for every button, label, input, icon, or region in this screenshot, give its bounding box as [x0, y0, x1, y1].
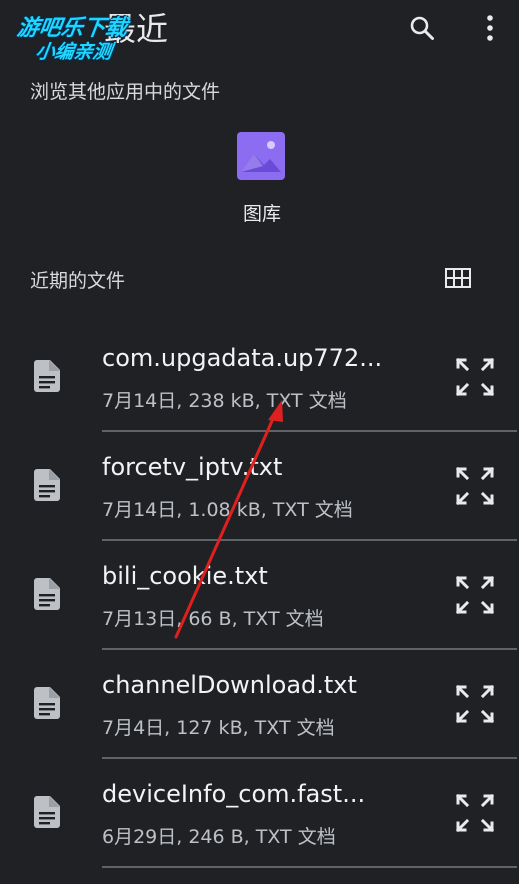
document-icon — [34, 578, 60, 610]
file-name: com.upgadata.up772... — [102, 344, 383, 372]
file-row[interactable]: forcetv_iptv.txt 7月14日, 1.08 kB, TXT 文档 — [0, 431, 519, 541]
more-vert-icon — [487, 15, 493, 41]
row-divider — [102, 866, 517, 868]
file-row[interactable]: com.upgadata.up772... 7月14日, 238 kB, TXT… — [0, 322, 519, 432]
file-meta: 7月14日, 1.08 kB, TXT 文档 — [102, 499, 353, 521]
recent-files-title: 近期的文件 — [30, 270, 126, 292]
watermark-line-2: 小编亲测 — [34, 41, 114, 63]
file-name: channelDownload.txt — [102, 671, 357, 699]
file-name: bili_cookie.txt — [102, 562, 268, 590]
app-bar: 最近 游吧乐下载 小编亲测 — [0, 0, 519, 63]
file-meta: 6月29日, 246 B, TXT 文档 — [102, 826, 336, 848]
search-icon — [410, 16, 434, 40]
document-icon — [34, 796, 60, 828]
expand-preview-icon[interactable] — [454, 792, 496, 834]
watermark-logo: 游吧乐下载 小编亲测 — [8, 10, 175, 63]
file-name: deviceInfo_com.fast... — [102, 780, 366, 808]
file-name: forcetv_iptv.txt — [102, 453, 283, 481]
gallery-label: 图库 — [242, 203, 281, 225]
file-row[interactable]: bili_cookie.txt 7月13日, 66 B, TXT 文档 — [0, 540, 519, 650]
document-icon — [34, 687, 60, 719]
more-options-button[interactable] — [470, 8, 510, 48]
file-meta: 7月13日, 66 B, TXT 文档 — [102, 608, 324, 630]
expand-preview-icon[interactable] — [454, 465, 496, 507]
file-row[interactable]: channelDownload.txt 7月4日, 127 kB, TXT 文档 — [0, 649, 519, 759]
grid-view-icon — [445, 268, 471, 288]
file-meta: 7月4日, 127 kB, TXT 文档 — [102, 717, 335, 739]
gallery-icon — [237, 132, 285, 180]
expand-preview-icon[interactable] — [454, 574, 496, 616]
document-icon — [34, 469, 60, 501]
browse-other-apps-label: 浏览其他应用中的文件 — [30, 81, 221, 103]
document-icon — [34, 360, 60, 392]
expand-preview-icon[interactable] — [454, 356, 496, 398]
grid-view-button[interactable] — [438, 258, 478, 298]
expand-preview-icon[interactable] — [454, 683, 496, 725]
search-button[interactable] — [402, 8, 442, 48]
file-meta: 7月14日, 238 kB, TXT 文档 — [102, 390, 347, 412]
file-row[interactable]: deviceInfo_com.fast... 6月29日, 246 B, TXT… — [0, 758, 519, 868]
